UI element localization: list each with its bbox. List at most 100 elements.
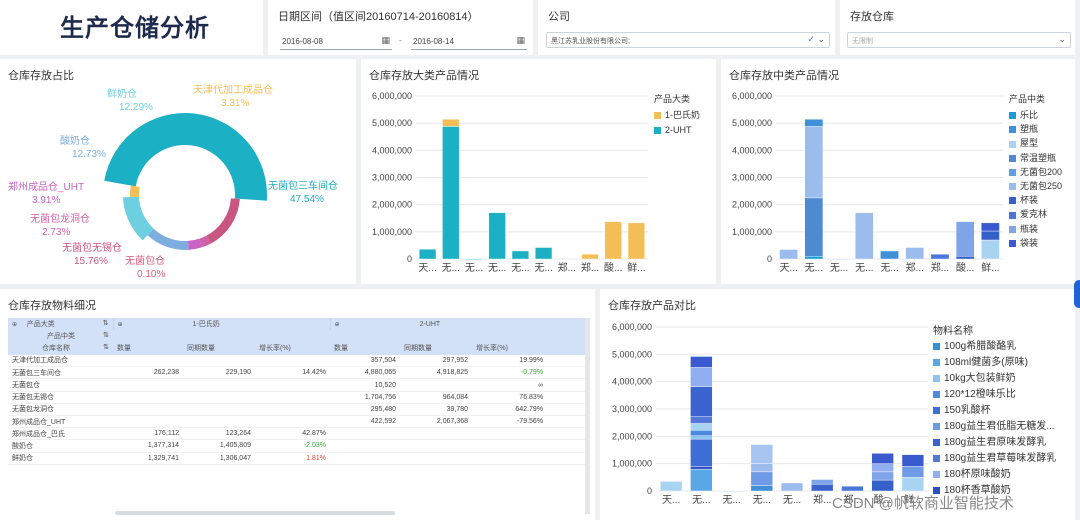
- bar-segment[interactable]: [871, 479, 894, 492]
- bar-segment[interactable]: [780, 482, 804, 492]
- group2-header[interactable]: ⊕ 2-UHT: [329, 318, 548, 331]
- bar-segment[interactable]: [690, 356, 713, 368]
- bar-segment[interactable]: [720, 490, 743, 492]
- table-row[interactable]: 无菌包三车间仓 262,238 229,190 14.42% 4,880,065 4,91…: [8, 366, 591, 380]
- legend-item[interactable]: 10kg大包装鲜奶: [933, 371, 1056, 387]
- bar-segment[interactable]: [465, 258, 483, 260]
- bar-segment[interactable]: [871, 453, 894, 464]
- legend-item[interactable]: 180g益生君低脂无糖发...: [933, 419, 1056, 435]
- legend-item[interactable]: 袋装: [1009, 236, 1062, 250]
- bar-segment[interactable]: [829, 258, 849, 260]
- legend-item[interactable]: 杯装: [1009, 193, 1062, 207]
- bar-segment[interactable]: [750, 463, 773, 473]
- donut-slice[interactable]: [206, 198, 240, 244]
- bar-segment[interactable]: [811, 483, 834, 492]
- bar-segment[interactable]: [930, 254, 950, 260]
- dim1-header[interactable]: ⊕ 产品大类 ⇅: [8, 318, 113, 331]
- table-row[interactable]: 天津代加工成品仓 357,504 297,952 19.99%: [8, 354, 591, 368]
- bar-segment[interactable]: [690, 355, 713, 357]
- donut-slice[interactable]: [147, 228, 189, 250]
- legend-item[interactable]: 120*12橙味乐比: [933, 387, 1056, 403]
- legend-item[interactable]: 150乳酸杯: [933, 403, 1056, 419]
- bar-segment[interactable]: [690, 466, 713, 470]
- donut-slice[interactable]: [104, 113, 267, 201]
- bar-segment[interactable]: [419, 249, 437, 260]
- bar-segment[interactable]: [901, 477, 924, 492]
- table-row[interactable]: 鲜奶仓 1,329,741 1,306,047 1.81%: [8, 452, 591, 465]
- bar-segment[interactable]: [581, 254, 599, 260]
- bar-segment[interactable]: [442, 119, 460, 127]
- legend-item[interactable]: 180g益生君原味发酵乳: [933, 435, 1056, 451]
- legend-item[interactable]: 100g希腊酸酪乳: [933, 339, 1056, 355]
- calendar-icon[interactable]: ▦: [381, 35, 390, 46]
- bar-segment[interactable]: [901, 454, 924, 467]
- bar-segment[interactable]: [841, 485, 864, 492]
- table-scrollbar[interactable]: [585, 318, 590, 514]
- dim2-header[interactable]: 产品中类 ⇅: [8, 330, 113, 343]
- bar-segment[interactable]: [690, 423, 713, 431]
- table-row[interactable]: 酸奶仓 1,377,314 1,405,809 -2.03%: [8, 439, 591, 453]
- bar-segment[interactable]: [690, 416, 713, 424]
- bar-segment[interactable]: [750, 444, 773, 464]
- calendar-icon[interactable]: ▦: [516, 35, 525, 46]
- bar-segment[interactable]: [880, 250, 899, 260]
- warehouse-select[interactable]: 无限制 ⌄: [847, 32, 1071, 48]
- legend-item[interactable]: 爱克林: [1009, 207, 1062, 221]
- bar-segment[interactable]: [955, 256, 975, 260]
- bar-segment[interactable]: [750, 471, 773, 486]
- legend-item[interactable]: 1-巴氏奶: [654, 108, 700, 123]
- legend-item[interactable]: 无菌包250: [1009, 179, 1062, 193]
- bar-segment[interactable]: [981, 222, 1000, 232]
- bar-segment[interactable]: [871, 471, 894, 481]
- bar-segment[interactable]: [627, 222, 645, 260]
- bar-segment[interactable]: [804, 256, 824, 260]
- bar-segment[interactable]: [854, 212, 874, 260]
- bar-segment[interactable]: [442, 126, 460, 260]
- bar-segment[interactable]: [690, 468, 713, 492]
- bar-segment[interactable]: [981, 230, 1000, 241]
- legend-item[interactable]: 乐比: [1009, 108, 1062, 122]
- table-row[interactable]: 郑州成品仓_UHT 422,592 2,067,368 -79.56%: [8, 415, 591, 429]
- table-hscrollbar[interactable]: [115, 511, 395, 515]
- bar-segment[interactable]: [779, 249, 798, 260]
- bar-segment[interactable]: [690, 386, 713, 417]
- legend-item[interactable]: 瓶装: [1009, 222, 1062, 236]
- bar-segment[interactable]: [871, 463, 894, 473]
- bar-segment[interactable]: [750, 485, 773, 492]
- bar-segment[interactable]: [690, 367, 713, 387]
- date-end-input[interactable]: 2016-08-14 ▦: [411, 34, 527, 50]
- bar-segment[interactable]: [535, 247, 553, 260]
- bar-segment[interactable]: [690, 435, 713, 440]
- bar-segment[interactable]: [488, 212, 506, 260]
- bar-segment[interactable]: [804, 119, 824, 127]
- legend-item[interactable]: 2-UHT: [654, 123, 700, 138]
- table-row[interactable]: 无菌包无锡仓 1,704,756 964,084 76.83%: [8, 391, 591, 404]
- company-select[interactable]: 黑江苏乳业股份有限公司; ✓ ⌄: [546, 32, 830, 48]
- legend-item[interactable]: 180g益生君草莓味发酵乳: [933, 451, 1056, 467]
- bar-segment[interactable]: [955, 221, 975, 257]
- table-row[interactable]: 郑州成品仓_巴氏 176,112 123,264 42.87%: [8, 427, 591, 441]
- group1-header[interactable]: ⊕ 1-巴氏奶: [112, 318, 331, 331]
- date-start-input[interactable]: 2016-08-08 ▦: [280, 34, 392, 50]
- table-row[interactable]: 无菌包龙洞仓 295,480 39,780 642.79%: [8, 403, 591, 417]
- bar-segment[interactable]: [604, 221, 622, 260]
- legend-item[interactable]: 108ml健菌多(原味): [933, 355, 1056, 371]
- bar-segment[interactable]: [981, 239, 1000, 260]
- dim3-header[interactable]: 仓库名称 ⇅: [8, 342, 113, 355]
- donut-slice[interactable]: [129, 185, 140, 198]
- legend-item[interactable]: 180杯原味酸奶: [933, 467, 1056, 483]
- float-handle[interactable]: [1074, 280, 1080, 308]
- bar-segment[interactable]: [811, 479, 834, 485]
- bar-segment[interactable]: [690, 430, 713, 436]
- bar-segment[interactable]: [690, 438, 713, 467]
- legend-item[interactable]: 无菌包200: [1009, 165, 1062, 179]
- bar-segment[interactable]: [660, 481, 683, 492]
- bar-segment[interactable]: [511, 250, 529, 260]
- table-row[interactable]: 无菌包仓 10,520 ∞: [8, 378, 591, 392]
- legend-item[interactable]: 屋型: [1009, 136, 1062, 150]
- legend-item[interactable]: 塑瓶: [1009, 122, 1062, 136]
- bar-segment[interactable]: [804, 126, 824, 199]
- bar-segment[interactable]: [901, 466, 924, 478]
- bar-segment[interactable]: [905, 247, 925, 260]
- legend-item[interactable]: 常温塑瓶: [1009, 151, 1062, 165]
